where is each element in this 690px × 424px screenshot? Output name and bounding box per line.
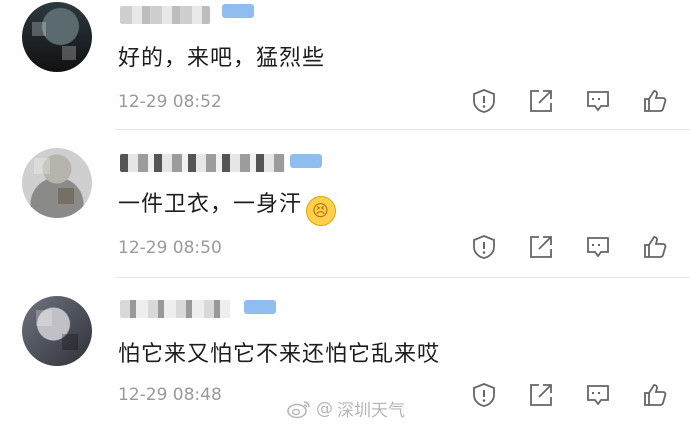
comment-actions [471, 88, 668, 114]
username-blurred[interactable] [120, 154, 285, 172]
avatar[interactable] [22, 148, 92, 218]
comment-text: 怕它来又怕它不来还怕它乱来哎 [118, 342, 441, 367]
report-icon[interactable] [471, 234, 497, 260]
comment-timestamp: 12-29 08:52 [118, 92, 222, 112]
reply-icon[interactable] [585, 88, 611, 114]
comment-item: 好的，来吧，猛烈些 12-29 08:52 [0, 0, 690, 130]
weibo-logo-icon [287, 400, 310, 418]
comment-actions [471, 382, 668, 408]
avatar[interactable] [22, 2, 92, 72]
user-badge [222, 4, 254, 18]
comment-text: 好的，来吧，猛烈些 [118, 46, 326, 71]
share-icon[interactable] [528, 382, 554, 408]
username-blurred[interactable] [120, 6, 210, 24]
like-icon[interactable] [642, 88, 668, 114]
like-icon[interactable] [642, 234, 668, 260]
avatar[interactable] [22, 296, 92, 366]
comment-actions [471, 234, 668, 260]
username-blurred[interactable] [120, 300, 230, 318]
comment-text: 一件卫衣，一身汗 😣 [118, 186, 337, 226]
report-icon[interactable] [471, 382, 497, 408]
reply-icon[interactable] [585, 382, 611, 408]
watermark-text: 深圳天气 [337, 401, 405, 421]
user-badge [290, 154, 322, 168]
share-icon[interactable] [528, 88, 554, 114]
reply-icon[interactable] [585, 234, 611, 260]
user-badge [244, 300, 276, 314]
comment-timestamp: 12-29 08:50 [118, 238, 222, 258]
comment-timestamp: 12-29 08:48 [118, 385, 222, 405]
watermark-at: @ [316, 398, 333, 419]
like-icon[interactable] [642, 382, 668, 408]
share-icon[interactable] [528, 234, 554, 260]
report-icon[interactable] [471, 88, 497, 114]
emoji-icon: 😣 [306, 196, 337, 226]
comment-item: 一件卫衣，一身汗 😣 12-29 08:50 [0, 130, 690, 278]
watermark: @ 深圳天气 [286, 396, 405, 421]
